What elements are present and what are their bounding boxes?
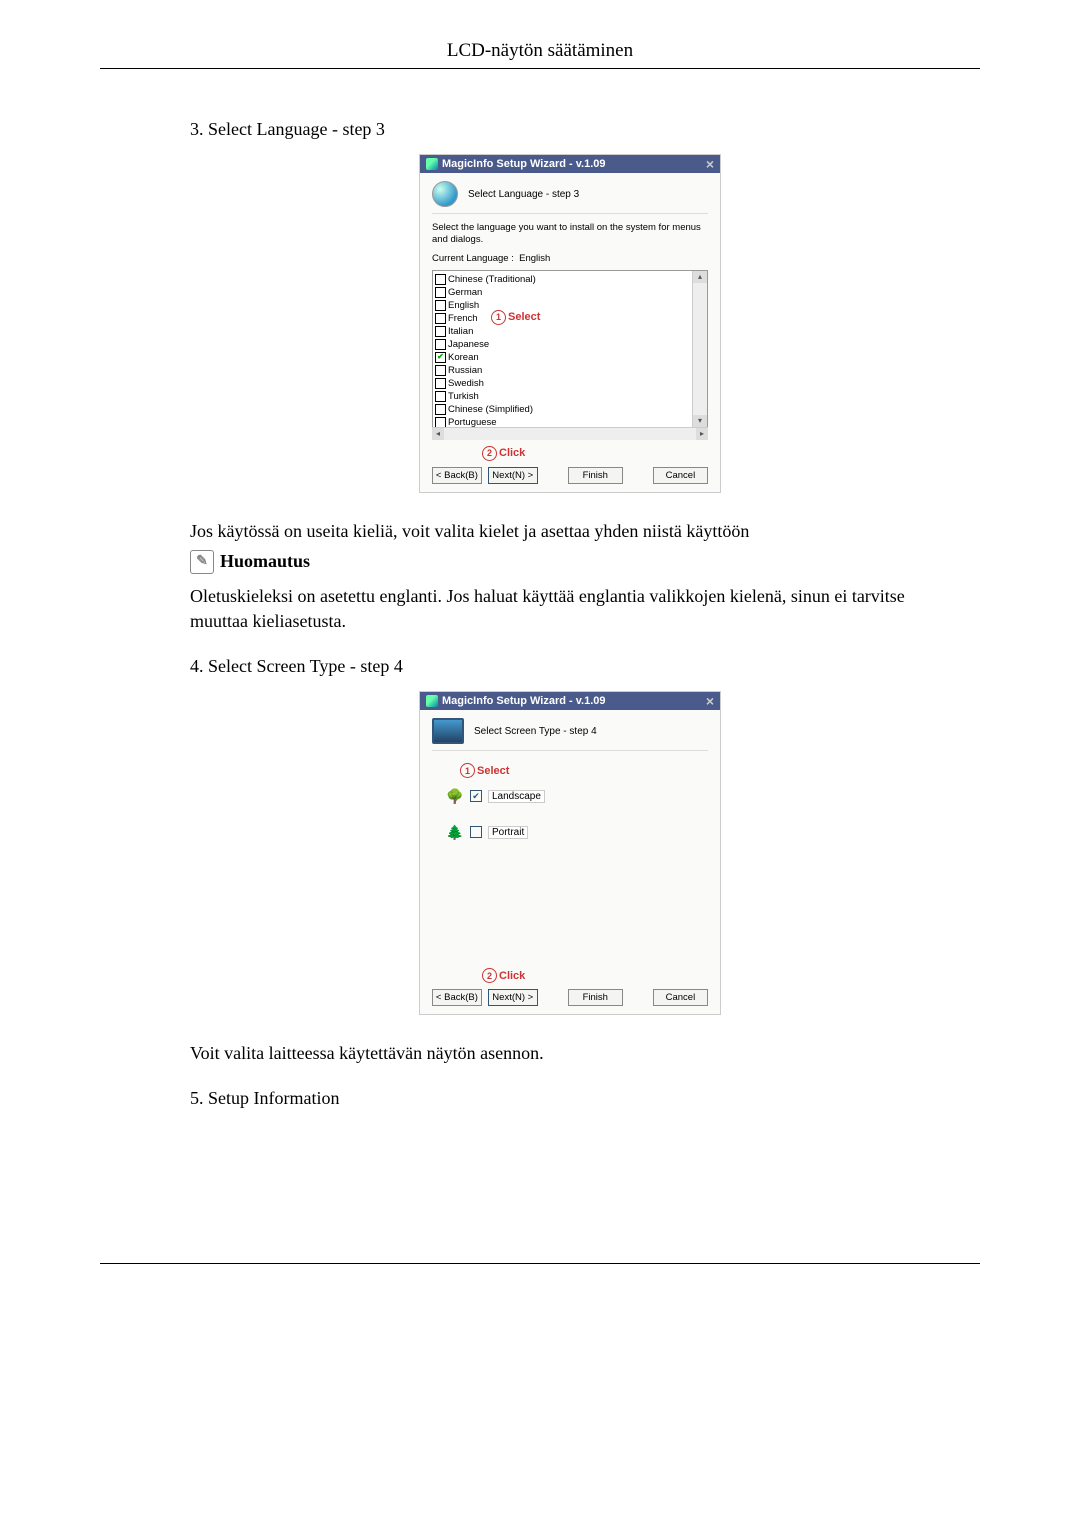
language-checkbox[interactable] xyxy=(435,313,446,324)
language-label: Swedish xyxy=(448,377,484,390)
option-landscape[interactable]: 🌳 ✔ Landscape xyxy=(446,786,708,806)
language-label: Russian xyxy=(448,364,482,377)
header-rule xyxy=(100,68,980,69)
note-label: Huomautus xyxy=(220,551,310,572)
language-option[interactable]: Portuguese xyxy=(435,416,690,427)
finish-button[interactable]: Finish xyxy=(568,989,623,1006)
scroll-left-icon[interactable]: ◂ xyxy=(432,428,444,440)
scroll-down-icon[interactable]: ▾ xyxy=(693,415,707,427)
language-label: English xyxy=(448,299,479,312)
language-label: Japanese xyxy=(448,338,489,351)
monitor-icon xyxy=(432,718,464,744)
window-title: MagicInfo Setup Wizard - v.1.09 xyxy=(442,695,606,707)
language-label: Chinese (Simplified) xyxy=(448,403,533,416)
scroll-right-icon[interactable]: ▸ xyxy=(696,428,708,440)
language-option[interactable]: Italian xyxy=(435,325,690,338)
language-checkbox[interactable] xyxy=(435,378,446,389)
language-label: Turkish xyxy=(448,390,479,403)
dialog4-header: Select Screen Type - step 4 xyxy=(474,726,597,737)
callout-2-click: 2Click xyxy=(432,446,708,461)
language-checkbox[interactable] xyxy=(435,391,446,402)
language-label: French xyxy=(448,312,478,325)
page-header: LCD-näytön säätäminen xyxy=(100,40,980,62)
language-option[interactable]: Swedish xyxy=(435,377,690,390)
horizontal-scrollbar[interactable]: ◂ ▸ xyxy=(432,427,708,440)
landscape-tree-icon: 🌳 xyxy=(446,786,464,806)
note-body: Oletuskieleksi on asetettu englanti. Jos… xyxy=(190,584,950,634)
language-label: German xyxy=(448,286,482,299)
language-checkbox[interactable]: ✔ xyxy=(435,352,446,363)
language-checkbox[interactable] xyxy=(435,417,446,427)
app-icon xyxy=(426,695,438,707)
window-title: MagicInfo Setup Wizard - v.1.09 xyxy=(442,158,606,170)
note-icon: ✎ xyxy=(190,550,214,574)
scroll-up-icon[interactable]: ▴ xyxy=(693,271,707,283)
dialog3-instruction: Select the language you want to install … xyxy=(432,222,708,247)
titlebar: MagicInfo Setup Wizard - v.1.09 × xyxy=(420,692,720,710)
portrait-tree-icon: 🌲 xyxy=(446,822,464,842)
option-portrait[interactable]: 🌲 Portrait xyxy=(446,822,708,842)
language-checkbox[interactable] xyxy=(435,326,446,337)
next-button[interactable]: Next(N) > xyxy=(488,467,538,484)
cancel-button[interactable]: Cancel xyxy=(653,467,708,484)
dialog-select-screen-type: MagicInfo Setup Wizard - v.1.09 × Select… xyxy=(419,691,721,1015)
language-label: Korean xyxy=(448,351,479,364)
vertical-scrollbar[interactable]: ▴ ▾ xyxy=(692,271,707,427)
callout-2-click: 2Click xyxy=(432,968,708,983)
language-listbox[interactable]: Chinese (Traditional)GermanEnglishFrench… xyxy=(432,270,708,428)
button-row: < Back(B) Next(N) > Finish Cancel xyxy=(432,989,708,1006)
language-option[interactable]: Japanese xyxy=(435,338,690,351)
language-option[interactable]: Russian xyxy=(435,364,690,377)
cancel-button[interactable]: Cancel xyxy=(653,989,708,1006)
language-option[interactable]: Chinese (Simplified) xyxy=(435,403,690,416)
portrait-checkbox[interactable] xyxy=(470,826,482,838)
language-checkbox[interactable] xyxy=(435,274,446,285)
callout-1-select: 1Select xyxy=(460,763,708,778)
language-option[interactable]: Chinese (Traditional) xyxy=(435,273,690,286)
text-after-step3: Jos käytössä on useita kieliä, voit vali… xyxy=(190,519,950,544)
dialog-select-language: MagicInfo Setup Wizard - v.1.09 × Select… xyxy=(419,154,721,493)
button-row: < Back(B) Next(N) > Finish Cancel xyxy=(432,467,708,484)
close-icon[interactable]: × xyxy=(704,157,716,171)
language-option[interactable]: German xyxy=(435,286,690,299)
back-button[interactable]: < Back(B) xyxy=(432,467,482,484)
language-checkbox[interactable] xyxy=(435,300,446,311)
landscape-checkbox[interactable]: ✔ xyxy=(470,790,482,802)
language-checkbox[interactable] xyxy=(435,339,446,350)
back-button[interactable]: < Back(B) xyxy=(432,989,482,1006)
language-checkbox[interactable] xyxy=(435,287,446,298)
language-label: Italian xyxy=(448,325,473,338)
callout-1-select: 1Select xyxy=(490,310,541,325)
language-label: Portuguese xyxy=(448,416,497,427)
language-option[interactable]: English xyxy=(435,299,690,312)
language-checkbox[interactable] xyxy=(435,365,446,376)
step5-title: 5. Setup Information xyxy=(190,1088,950,1109)
landscape-label: Landscape xyxy=(488,790,545,803)
portrait-label: Portrait xyxy=(488,826,528,839)
language-label: Chinese (Traditional) xyxy=(448,273,536,286)
titlebar: MagicInfo Setup Wizard - v.1.09 × xyxy=(420,155,720,173)
language-checkbox[interactable] xyxy=(435,404,446,415)
current-language: Current Language : English xyxy=(432,253,708,264)
next-button[interactable]: Next(N) > xyxy=(488,989,538,1006)
step4-title: 4. Select Screen Type - step 4 xyxy=(190,656,950,677)
close-icon[interactable]: × xyxy=(704,694,716,708)
dialog3-header: Select Language - step 3 xyxy=(468,189,579,200)
language-option[interactable]: ✔Korean xyxy=(435,351,690,364)
footer-rule xyxy=(100,1263,980,1264)
finish-button[interactable]: Finish xyxy=(568,467,623,484)
app-icon xyxy=(426,158,438,170)
text-after-step4: Voit valita laitteessa käytettävän näytö… xyxy=(190,1041,950,1066)
globe-icon xyxy=(432,181,458,207)
language-option[interactable]: Turkish xyxy=(435,390,690,403)
language-option[interactable]: French xyxy=(435,312,690,325)
step3-title: 3. Select Language - step 3 xyxy=(190,119,950,140)
